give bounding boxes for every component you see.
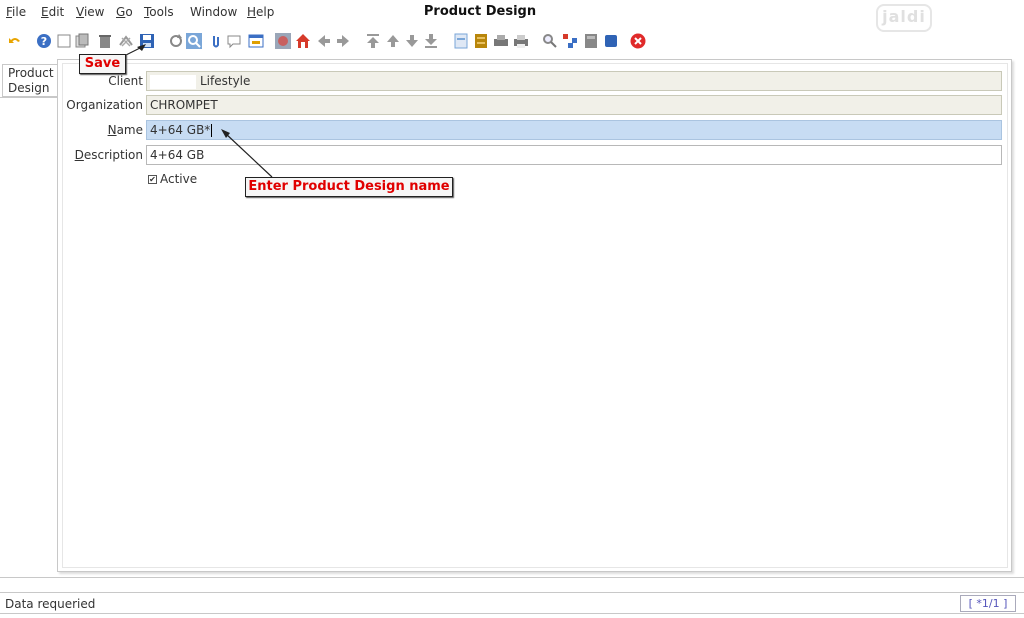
status-message: Data requeried xyxy=(5,597,96,611)
chat-icon[interactable] xyxy=(226,33,242,49)
close-window-icon[interactable] xyxy=(630,33,646,49)
request-icon[interactable] xyxy=(562,33,578,49)
undo-icon[interactable] xyxy=(7,33,23,49)
description-input[interactable]: 4+64 GB xyxy=(146,145,1002,165)
archive-icon[interactable] xyxy=(473,33,489,49)
first-record-icon[interactable] xyxy=(365,33,381,49)
description-label: Description xyxy=(74,148,143,162)
menu-bar: File Edit View Go Tools Window Help Prod… xyxy=(0,0,1024,32)
organization-field[interactable]: CHROMPET xyxy=(146,95,1002,115)
home-icon[interactable] xyxy=(295,33,311,49)
workflow-icon[interactable] xyxy=(603,33,619,49)
history-icon[interactable] xyxy=(275,33,291,49)
print-preview-icon[interactable] xyxy=(493,33,509,49)
zoom-across-icon[interactable] xyxy=(542,33,558,49)
refresh-icon[interactable] xyxy=(168,33,184,49)
client-redaction xyxy=(150,74,196,89)
checkbox-check-icon: ✔ xyxy=(148,175,157,184)
last-record-icon[interactable] xyxy=(423,33,439,49)
find-icon[interactable] xyxy=(186,33,202,49)
text-caret xyxy=(211,124,213,137)
toolbar: ? xyxy=(0,28,1024,56)
save-icon[interactable] xyxy=(139,33,155,49)
status-divider xyxy=(0,577,1024,578)
record-count[interactable]: [ *1/1 ] xyxy=(960,595,1016,612)
forward-icon[interactable] xyxy=(335,33,351,49)
name-callout: Enter Product Design name xyxy=(245,177,453,197)
attachment-icon[interactable] xyxy=(208,33,224,49)
client-label: Client xyxy=(108,74,143,88)
delete-icon[interactable] xyxy=(97,33,113,49)
print-icon[interactable] xyxy=(513,33,529,49)
client-field[interactable]: Lifestyle xyxy=(146,71,1002,91)
svg-text:?: ? xyxy=(41,35,47,48)
name-label: Name xyxy=(107,123,143,137)
new-icon[interactable] xyxy=(56,33,72,49)
status-bar: Data requeried [ *1/1 ] xyxy=(0,592,1024,614)
previous-record-icon[interactable] xyxy=(385,33,401,49)
report-icon[interactable] xyxy=(453,33,469,49)
back-icon[interactable] xyxy=(316,33,332,49)
window-title: Product Design xyxy=(423,4,537,19)
copy-icon[interactable] xyxy=(74,33,90,49)
help-icon[interactable]: ? xyxy=(36,33,52,49)
active-checkbox[interactable]: ✔ Active xyxy=(148,172,197,186)
product-info-icon[interactable] xyxy=(583,33,599,49)
name-input[interactable]: 4+64 GB* xyxy=(146,120,1002,140)
save-callout: Save xyxy=(79,54,126,74)
active-label: Active xyxy=(160,172,198,186)
grid-toggle-icon[interactable] xyxy=(248,33,264,49)
delete-selection-icon[interactable] xyxy=(118,33,134,49)
organization-label: Organization xyxy=(66,98,143,112)
next-record-icon[interactable] xyxy=(404,33,420,49)
